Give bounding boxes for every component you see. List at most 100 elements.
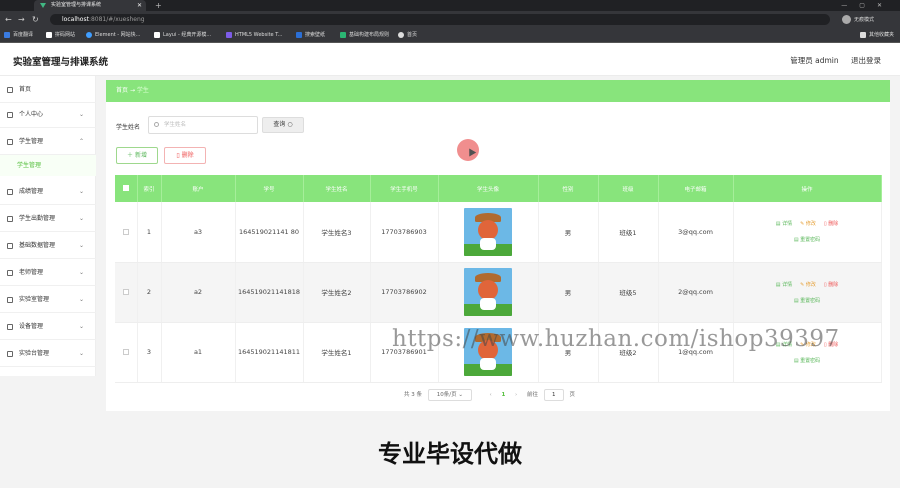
sidebar-subitem-students[interactable]: 学生管理	[0, 155, 96, 176]
sidebar-item-attendance[interactable]: 学生出勤管理 ⌄	[0, 205, 96, 232]
bookmark-item[interactable]: 搜索壁纸	[296, 28, 325, 43]
reset-password-button[interactable]: ▤ 重置密码	[794, 236, 820, 243]
edit-button[interactable]: ✎ 修改	[800, 220, 816, 227]
sidebar-item-grades[interactable]: 成绩管理 ⌄	[0, 178, 96, 205]
sidebar-item-students[interactable]: 学生管理 ⌃	[0, 128, 96, 155]
delete-button[interactable]: ▯ 删除	[824, 281, 838, 288]
back-icon[interactable]: ←	[5, 14, 12, 25]
select-all-cell[interactable]	[115, 175, 138, 202]
cell-email: 2@qq.com	[658, 262, 734, 323]
forward-icon[interactable]: →	[18, 14, 25, 25]
bookmark-other[interactable]: 其他收藏夹	[860, 28, 894, 43]
edit-button[interactable]: ✎ 修改	[800, 281, 816, 288]
new-tab-icon[interactable]: +	[155, 0, 162, 11]
column-header: 账户	[161, 175, 236, 202]
sidebar-item-devices[interactable]: 设备管理 ⌄	[0, 313, 96, 340]
breadcrumb-home[interactable]: 首页	[116, 87, 128, 94]
row-checkbox[interactable]	[122, 289, 129, 295]
delete-button[interactable]: ▯ 删除	[824, 220, 838, 227]
sidebar-item-profile[interactable]: 个人中心 ⌄	[0, 101, 96, 128]
reset-password-button[interactable]: ▤ 重置密码	[794, 297, 820, 304]
bookmark-item[interactable]: 百度翻译	[4, 28, 33, 43]
cell-class: 班级1	[598, 202, 659, 263]
cell-actions: ▤ 详情 ✎ 修改 ▯ 删除 ▤ 重置密码	[733, 202, 882, 263]
column-header: 电子邮箱	[658, 175, 734, 202]
detail-button[interactable]: ▤ 详情	[776, 220, 792, 227]
window-controls[interactable]: —▢✕	[841, 0, 894, 11]
row-checkbox[interactable]	[122, 349, 129, 355]
breadcrumb-current: 学生	[136, 87, 149, 94]
promo-banner: 专业毕设代做	[378, 440, 522, 468]
table-row: 1 a3 164519021141 80 学生姓名3 17703786903 男…	[115, 202, 882, 263]
chevron-down-icon: ⌄	[78, 350, 84, 357]
chevron-down-icon: ⌄	[78, 111, 84, 118]
sidebar-item-labs[interactable]: 实验室管理 ⌄	[0, 286, 96, 313]
bookmark-item[interactable]: Layui - 经典开源模...	[154, 28, 211, 43]
cell-account: a3	[161, 202, 236, 263]
bookmark-item[interactable]: Element - 网站快...	[86, 28, 140, 43]
prev-page-icon[interactable]: ‹	[490, 392, 492, 398]
cell-name: 学生姓名2	[303, 262, 371, 323]
student-avatar	[464, 268, 512, 316]
add-button[interactable]: ＋ 新增	[116, 147, 158, 164]
page-size-select[interactable]: 10条/页 ⌄	[427, 388, 472, 401]
app-header: 实验室管理与排课系统 管理员 admin 退出登录	[0, 43, 900, 76]
browser-tab-strip: 实验室管理与排课系统 ✕ + —▢✕	[0, 0, 900, 11]
user-group-icon	[7, 139, 13, 145]
cell-student-no: 164519021141818	[235, 262, 304, 323]
goto-unit: 页	[569, 392, 576, 398]
bookmark-item[interactable]: HTML5 Website T...	[226, 28, 282, 43]
query-button[interactable]: 查询 ○	[262, 117, 304, 133]
column-header: 操作	[733, 175, 882, 202]
goto-page-input[interactable]: 1	[543, 388, 564, 401]
next-page-icon[interactable]: ›	[515, 392, 517, 398]
chevron-up-icon: ⌃	[78, 138, 84, 145]
cursor-icon	[465, 146, 477, 157]
column-header: 学生手机号	[370, 175, 439, 202]
cell-gender: 男	[538, 262, 599, 323]
incognito-indicator[interactable]: 无痕模式	[842, 15, 874, 25]
cell-account: a1	[161, 322, 236, 383]
reload-icon[interactable]: ↻	[32, 14, 39, 25]
plus-icon: ＋	[127, 152, 134, 159]
bookmark-item[interactable]: 基础构建布局规则	[340, 28, 389, 43]
column-header: 性别	[538, 175, 599, 202]
breadcrumb-separator: →	[129, 87, 135, 94]
search-input[interactable]: 学生姓名	[148, 116, 258, 134]
row-select-cell[interactable]	[115, 262, 138, 323]
sidebar: 首页 个人中心 ⌄ 学生管理 ⌃ 学生管理 成绩管理 ⌄ 学生出勤管理 ⌄ 基础数据管理…	[0, 76, 96, 376]
cell-avatar	[438, 262, 539, 323]
cell-name: 学生姓名3	[303, 202, 371, 263]
select-all-checkbox[interactable]	[122, 185, 129, 192]
column-header: 索引	[137, 175, 162, 202]
row-checkbox[interactable]	[122, 228, 129, 235]
address-bar[interactable]: localhost:8081/#/xuesheng	[50, 14, 830, 25]
logout-link[interactable]: 退出登录	[851, 56, 881, 65]
row-select-cell[interactable]	[115, 322, 138, 383]
sidebar-item-teachers[interactable]: 老师管理 ⌄	[0, 259, 96, 286]
column-header: 学生头像	[438, 175, 539, 202]
chevron-down-icon: ⌄	[78, 188, 84, 195]
sidebar-item-base-data[interactable]: 基础数据管理 ⌄	[0, 232, 96, 259]
cell-name: 学生姓名1	[303, 322, 371, 383]
cell-phone: 17703786902	[370, 262, 439, 323]
page-number[interactable]: 1	[501, 392, 505, 398]
bookmark-item[interactable]: 拼码网站	[46, 28, 75, 43]
home-icon	[7, 87, 13, 93]
sidebar-item-benches[interactable]: 实验台管理 ⌄	[0, 340, 96, 367]
close-tab-icon[interactable]: ✕	[137, 0, 142, 11]
cell-index: 1	[137, 202, 162, 263]
chevron-down-icon: ⌄	[78, 323, 84, 330]
reset-password-button[interactable]: ▤ 重置密码	[794, 357, 820, 364]
bookmark-item[interactable]: 首页	[398, 28, 417, 43]
detail-button[interactable]: ▤ 详情	[776, 281, 792, 288]
browser-tab[interactable]: 实验室管理与排课系统 ✕	[34, 0, 146, 11]
database-icon	[7, 243, 13, 249]
chevron-down-icon: ⌄	[78, 296, 84, 303]
chevron-down-icon: ⌄	[78, 215, 84, 222]
sidebar-item-home[interactable]: 首页	[0, 76, 96, 103]
student-avatar	[464, 207, 512, 256]
search-icon: ○	[287, 121, 293, 128]
batch-delete-button[interactable]: ▯ 删除	[164, 147, 206, 164]
row-select-cell[interactable]	[115, 202, 138, 263]
